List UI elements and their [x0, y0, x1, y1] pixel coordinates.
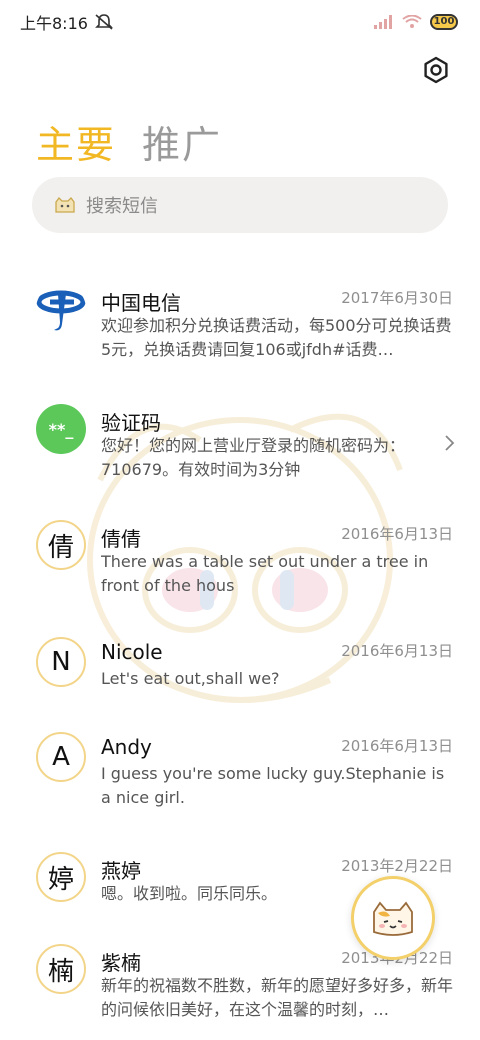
- message-preview: 您好！您的网上营业厅登录的随机密码为：710679。有效时间为3分钟: [101, 436, 406, 479]
- search-bar[interactable]: 搜索短信: [32, 177, 448, 233]
- message-preview: Let's eat out,shall we?: [101, 669, 280, 688]
- contact-name: 紫楠: [101, 951, 141, 975]
- avatar: 婷: [36, 852, 86, 902]
- contact-name: Nicole: [101, 640, 163, 664]
- list-item[interactable]: **_ 验证码 您好！您的网上营业厅登录的随机密码为：710679。有效时间为3…: [0, 404, 480, 494]
- tab-promotions[interactable]: 推广: [142, 114, 222, 169]
- contact-name: 中国电信: [101, 291, 181, 315]
- contact-name: 燕婷: [101, 859, 141, 883]
- message-date: 2016年6月13日: [341, 525, 453, 543]
- avatar: 倩: [36, 520, 86, 570]
- mute-icon: [95, 14, 113, 30]
- message-preview: There was a table set out under a tree i…: [101, 552, 429, 595]
- status-time: 上午8:16: [20, 14, 88, 33]
- message-preview: I guess you're some lucky guy.Stephanie …: [101, 764, 445, 807]
- list-item[interactable]: 中国电信 2017年6月30日 欢迎参加积分兑换话费活动，每500分可兑换话费5…: [0, 284, 480, 394]
- message-date: 2016年6月13日: [341, 642, 453, 660]
- chevron-right-icon[interactable]: [442, 434, 456, 452]
- search-input[interactable]: 搜索短信: [86, 192, 158, 218]
- contact-name: 验证码: [101, 411, 161, 435]
- cat-icon: [55, 197, 75, 213]
- list-item[interactable]: A Andy 2016年6月13日 I guess you're some lu…: [0, 732, 480, 832]
- avatar: A: [36, 732, 86, 782]
- contact-name: 倩倩: [101, 527, 141, 551]
- tab-primary[interactable]: 主要: [36, 114, 116, 169]
- avatar: N: [36, 637, 86, 687]
- message-preview: 新年的祝福数不胜数，新年的愿望好多好多，新年的问候依旧美好，在这个温馨的时刻，…: [101, 976, 453, 1019]
- list-item[interactable]: 楠 紫楠 2013年2月22日 新年的祝福数不胜数，新年的愿望好多好多，新年的问…: [0, 944, 480, 1040]
- message-date: 2013年2月22日: [341, 857, 453, 875]
- china-telecom-logo: [36, 290, 86, 331]
- message-date: 2016年6月13日: [341, 737, 453, 755]
- message-date: 2017年6月30日: [341, 289, 453, 307]
- cat-face-icon: [373, 901, 413, 936]
- message-preview: 欢迎参加积分兑换话费活动，每500分可兑换话费5元，兑换话费请回复106或jfd…: [101, 316, 452, 359]
- list-item[interactable]: 倩 倩倩 2016年6月13日 There was a table set ou…: [0, 520, 480, 620]
- wifi-icon: [402, 15, 422, 28]
- compose-button[interactable]: [351, 876, 435, 960]
- battery-icon: 100: [430, 14, 458, 30]
- category-tabs: 主要 推广: [36, 114, 222, 169]
- list-item[interactable]: N Nicole 2016年6月13日 Let's eat out,shall …: [0, 637, 480, 717]
- status-bar: 上午8:16 100: [0, 0, 480, 44]
- avatar: 楠: [36, 944, 86, 994]
- signal-icon: [374, 15, 392, 29]
- avatar: **_: [36, 404, 86, 454]
- settings-icon[interactable]: [422, 56, 450, 84]
- contact-name: Andy: [101, 735, 152, 759]
